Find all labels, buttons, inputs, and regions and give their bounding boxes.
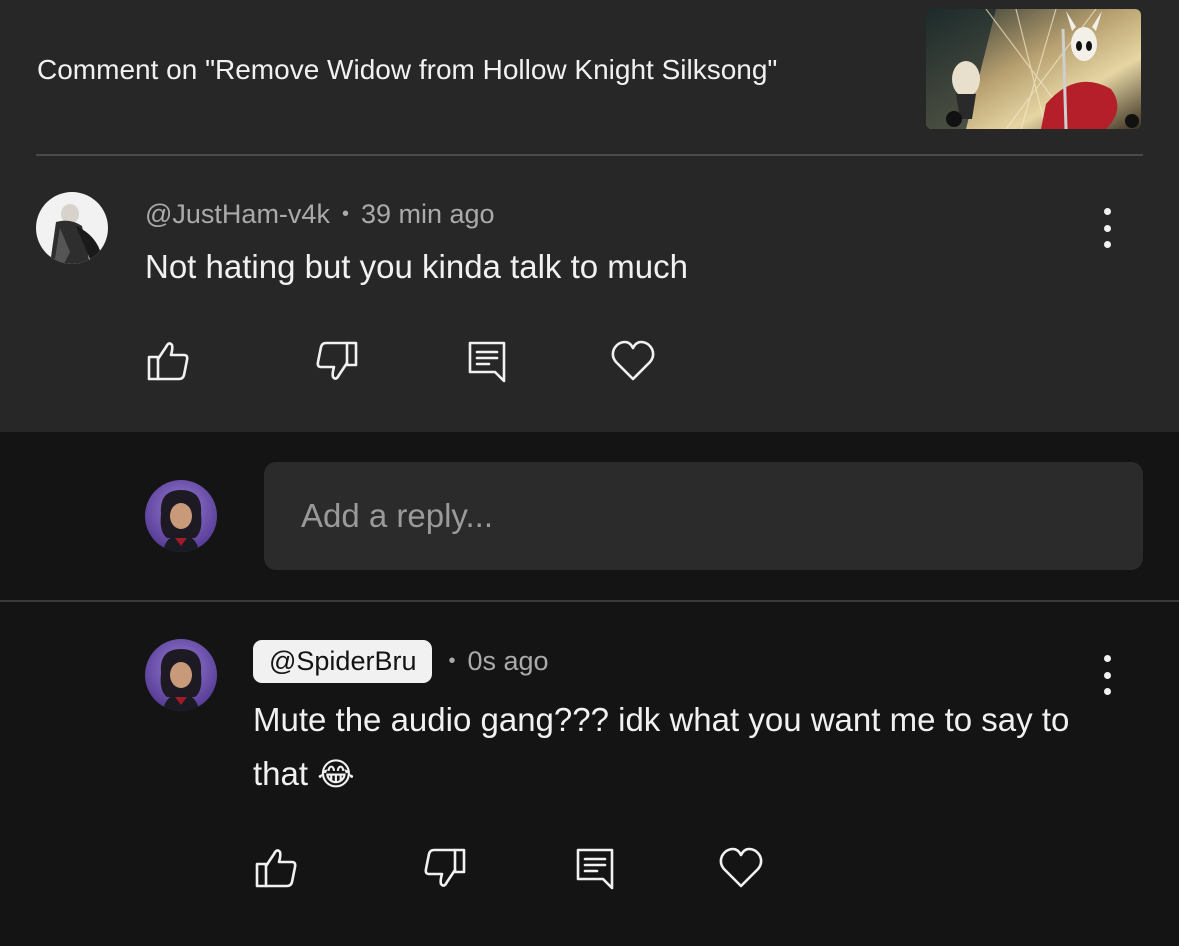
more-dot-icon [1103,688,1111,695]
comment-timestamp: 39 min ago [360,199,495,229]
like-button[interactable] [142,335,194,387]
thread-divider [0,600,1179,602]
more-dot-icon [1103,655,1111,662]
thumbs-down-icon [316,341,358,380]
reply-like-button[interactable] [250,842,302,894]
thumbs-up-icon [255,849,297,888]
heart-button[interactable] [607,335,659,387]
reply-timestamp: 0s ago [467,646,549,676]
reply-more-options-button[interactable] [1097,655,1117,695]
comment-meta: @JustHam-v4k • 39 min ago [145,199,495,230]
comment-icon [576,848,614,890]
more-dot-icon [1103,671,1111,679]
reply-meta: @SpiderBru • 0s ago [253,640,549,683]
reply-author-avatar[interactable] [145,639,217,711]
section-divider [36,154,1143,156]
commenter-avatar[interactable] [36,192,108,264]
more-dot-icon [1103,208,1111,215]
reply-button[interactable] [461,335,513,387]
heart-icon [611,340,655,381]
current-user-avatar[interactable] [145,480,217,552]
more-dot-icon [1103,241,1111,248]
reply-reply-button[interactable] [569,842,621,894]
dislike-button[interactable] [311,335,363,387]
meta-separator: • [341,203,349,225]
parent-comment-section: Comment on "Remove Widow from Hollow Kni… [0,0,1179,432]
comment-icon [468,341,506,383]
more-dot-icon [1103,224,1111,232]
reply-heart-button[interactable] [715,842,767,894]
reply-author-chip[interactable]: @SpiderBru [253,640,433,683]
reply-body: Mute the audio gang??? idk what you want… [253,693,1113,801]
comment-thread-screen: Comment on "Remove Widow from Hollow Kni… [0,0,1179,946]
laughing-emoji: 😂 [317,755,355,793]
reply-composer[interactable] [264,462,1143,570]
video-thumbnail[interactable] [926,9,1141,129]
heart-icon [719,847,763,888]
meta-separator: • [448,650,456,672]
comment-body: Not hating but you kinda talk to much [145,248,688,285]
video-context-title[interactable]: Comment on "Remove Widow from Hollow Kni… [37,54,777,86]
reply-text: Mute the audio gang??? idk what you want… [253,701,1070,792]
comment-author[interactable]: @JustHam-v4k [145,199,330,230]
reply-input[interactable] [301,497,1143,535]
more-options-button[interactable] [1097,208,1117,248]
thumbs-up-icon [147,342,189,381]
reply-dislike-button[interactable] [419,842,471,894]
thumbs-down-icon [424,848,466,887]
